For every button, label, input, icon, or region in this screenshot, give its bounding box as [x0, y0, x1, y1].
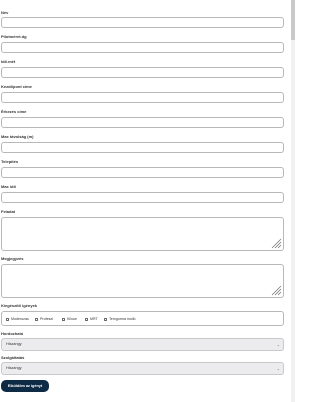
checkbox[interactable]	[85, 317, 88, 321]
field-7-label: Telepítés	[1, 159, 19, 164]
extras-option-label: Profeszi	[40, 317, 53, 321]
arrival-address-label: Érkezés címe	[1, 109, 27, 114]
name-input[interactable]	[1, 17, 284, 28]
task-textarea[interactable]	[1, 217, 284, 251]
field-2-input[interactable]	[1, 42, 284, 53]
chevron-down-icon: ⌄	[276, 366, 280, 371]
extras-option[interactable]: Moderozas	[6, 316, 29, 322]
note-textarea[interactable]	[1, 264, 284, 298]
extras-checkbox-group: Moderozas Profeszi Kiloue MRT Tervgorma …	[1, 311, 284, 326]
task-label: Feladat	[1, 209, 16, 214]
field-3-input[interactable]	[1, 67, 284, 78]
select-1-label: Hordozható	[1, 331, 24, 336]
start-address-label: Kezdőpont címe	[1, 84, 32, 89]
scrollbar[interactable]	[291, 0, 295, 402]
extras-option-label: Moderozas	[11, 317, 29, 321]
extras-option-label: Kiloue	[67, 317, 77, 321]
select-2-value: Hiszángy	[6, 366, 22, 370]
note-label: Megjegyzés	[1, 256, 24, 261]
max-distance-input[interactable]	[1, 142, 284, 153]
checkbox[interactable]	[62, 317, 65, 321]
resize-grip-icon[interactable]	[270, 237, 282, 249]
max-time-input[interactable]	[1, 192, 284, 203]
max-distance-label: Max távolság (m)	[1, 134, 34, 139]
extras-option[interactable]: MRT	[85, 316, 98, 322]
field-3-label: Idő.mét	[1, 59, 16, 64]
field-7-input[interactable]	[1, 167, 284, 178]
extras-option[interactable]: Profeszi	[35, 316, 53, 322]
checkbox[interactable]	[104, 317, 107, 321]
select-1-dropdown[interactable]: Hiszángy ⌄	[1, 338, 284, 351]
select-2-label: Szolgáltatás	[1, 355, 25, 360]
max-time-label: Max idő	[1, 184, 16, 189]
arrival-address-input[interactable]	[1, 117, 284, 128]
extras-option[interactable]: Kiloue	[62, 316, 77, 322]
extras-option-label: MRT	[90, 317, 98, 321]
chevron-down-icon: ⌄	[276, 342, 280, 347]
scrollbar-thumb[interactable]	[291, 0, 295, 40]
extras-label: Kiegészítő igények	[1, 303, 38, 308]
checkbox[interactable]	[6, 317, 9, 321]
resize-grip-icon[interactable]	[270, 284, 282, 296]
checkbox[interactable]	[35, 317, 38, 321]
extras-option-label: Tervgorma mulló	[109, 317, 136, 321]
submit-button[interactable]: Elküldöm az igényt	[1, 380, 49, 392]
start-address-input[interactable]	[1, 92, 284, 103]
name-label: Név	[1, 10, 9, 15]
select-2-dropdown[interactable]: Hiszángy ⌄	[1, 362, 284, 375]
select-1-value: Hiszángy	[6, 342, 22, 346]
extras-option[interactable]: Tervgorma mulló	[104, 316, 136, 322]
field-2-label: Pilotméret.dg	[1, 34, 27, 39]
